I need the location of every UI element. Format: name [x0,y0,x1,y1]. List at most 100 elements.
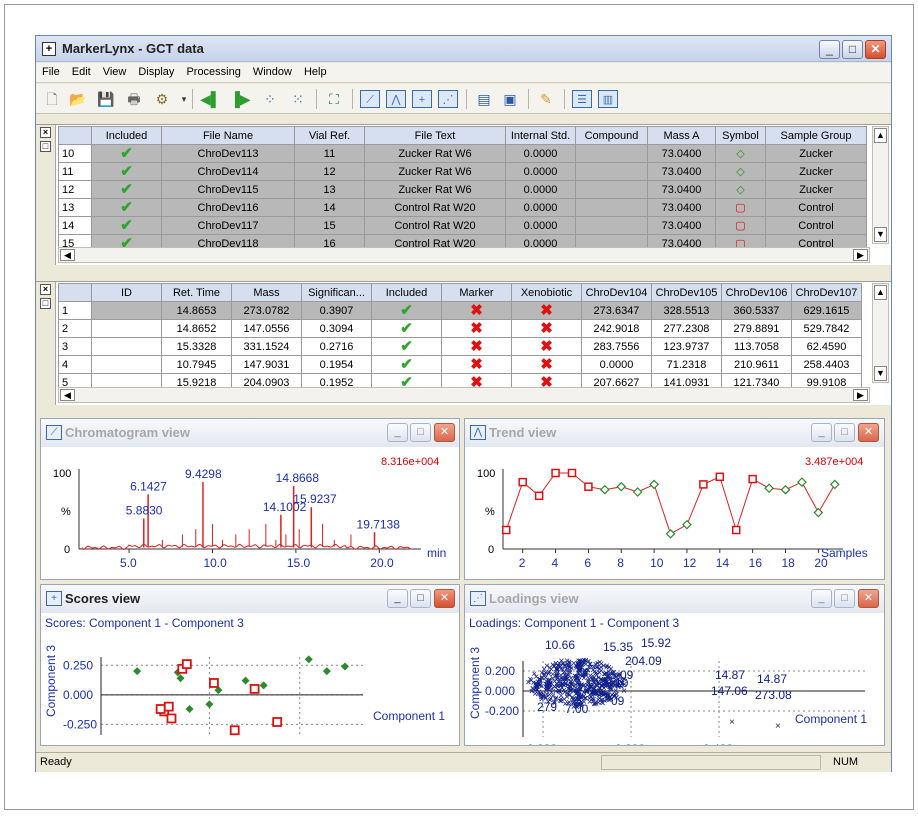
table-cell[interactable]: 11 [295,145,365,163]
table-cell[interactable]: 529.7842 [792,320,862,338]
table-cell[interactable]: 73.0400 [648,217,716,235]
cross-icon[interactable]: ✖ [540,338,553,355]
column-header[interactable]: Mass [232,284,302,302]
collapse-tree-icon[interactable]: ⁙ [288,90,308,108]
horizontal-scrollbar[interactable]: ◀ ▶ [58,387,870,403]
symbol-cell[interactable]: ◇ [716,145,766,163]
included-check-icon[interactable]: ✔ [120,199,133,216]
table-row[interactable]: 214.8652147.05560.3094✔✖✖242.9018277.230… [59,320,862,338]
table-row[interactable]: 114.8653273.07820.3907✔✖✖273.6347328.551… [59,302,862,320]
table-cell[interactable]: 273.0782 [232,302,302,320]
table-cell[interactable]: Control [766,199,867,217]
scroll-down-icon[interactable]: ▼ [874,366,887,381]
scroll-up-icon[interactable]: ▲ [874,128,887,143]
column-header[interactable] [59,284,92,302]
table-cell[interactable]: 73.0400 [648,145,716,163]
report-icon[interactable]: ▤ [474,90,494,108]
split-vertical-icon[interactable]: ▥ [598,90,618,108]
table-cell[interactable]: Zucker [766,145,867,163]
table-cell[interactable]: 14 [295,199,365,217]
column-header[interactable]: ID [92,284,162,302]
table-cell[interactable]: Zucker [766,163,867,181]
pane-restore-icon[interactable]: □ [40,298,51,309]
minimize-button[interactable]: _ [387,589,408,608]
scroll-right-icon[interactable]: ▶ [853,249,868,261]
table-cell[interactable]: 283.7556 [582,338,652,356]
column-header[interactable]: Marker [442,284,512,302]
included-cell[interactable]: ✔ [92,199,162,217]
table-cell[interactable]: 629.1615 [792,302,862,320]
previous-icon[interactable]: ◀▌ [200,90,220,108]
table-cell[interactable]: 0.0000 [506,145,576,163]
table-cell[interactable]: 113.7058 [722,338,792,356]
table-row[interactable]: 410.7945147.90310.1954✔✖✖0.000071.231821… [59,356,862,374]
xenobiotic-cell[interactable]: ✖ [512,338,582,356]
included-cell[interactable]: ✔ [92,181,162,199]
column-header[interactable]: File Text [365,127,506,145]
menu-processing[interactable]: Processing [180,63,246,78]
table-cell[interactable]: 328.5513 [652,302,722,320]
table-cell[interactable]: 360.5337 [722,302,792,320]
xenobiotic-cell[interactable]: ✖ [512,320,582,338]
included-check-icon[interactable]: ✔ [400,302,413,319]
vertical-scrollbar[interactable]: ▲ ▼ [872,126,889,244]
pane-close-icon[interactable]: × [40,284,51,295]
table-cell[interactable] [92,356,162,374]
zoom-fit-icon[interactable]: ⛶ [324,90,344,108]
table-cell[interactable]: Zucker Rat W6 [365,163,506,181]
table-cell[interactable]: ChroDev116 [162,199,295,217]
column-header[interactable]: ChroDev104 [582,284,652,302]
table-cell[interactable]: Control [766,217,867,235]
maximize-button[interactable]: □ [842,40,863,59]
cross-icon[interactable]: ✖ [470,302,483,319]
column-header[interactable]: Sample Group [766,127,867,145]
maximize-button[interactable]: □ [834,589,855,608]
pane-restore-icon[interactable]: □ [40,141,51,152]
table-cell[interactable]: 0.0000 [506,199,576,217]
column-header[interactable]: Symbol [716,127,766,145]
table-cell[interactable]: 147.0556 [232,320,302,338]
table-row[interactable]: 10✔ChroDev11311Zucker Rat W60.000073.040… [59,145,867,163]
pane-close-icon[interactable]: × [40,127,51,138]
table-cell[interactable]: 73.0400 [648,181,716,199]
table-cell[interactable]: 0.0000 [506,181,576,199]
table-cell[interactable]: 1 [59,302,92,320]
table-cell[interactable]: 14 [59,217,92,235]
process-icon[interactable]: ⚙ [152,90,172,108]
table-cell[interactable]: 13 [59,199,92,217]
table-cell[interactable]: 0.3907 [302,302,372,320]
table-cell[interactable]: 0.2716 [302,338,372,356]
menu-edit[interactable]: Edit [66,63,97,78]
table-cell[interactable]: 12 [295,163,365,181]
close-button[interactable]: ✕ [858,423,879,442]
table-row[interactable]: 12✔ChroDev11513Zucker Rat W60.000073.040… [59,181,867,199]
table-cell[interactable]: 14.8653 [162,302,232,320]
cross-icon[interactable]: ✖ [540,320,553,337]
table-cell[interactable]: Control Rat W20 [365,199,506,217]
table-cell[interactable] [576,217,648,235]
xenobiotic-cell[interactable]: ✖ [512,302,582,320]
column-header[interactable]: ChroDev107 [792,284,862,302]
menu-help[interactable]: Help [298,63,333,78]
save-icon[interactable]: 💾 [96,90,116,108]
scroll-down-icon[interactable]: ▼ [874,227,887,242]
scroll-right-icon[interactable]: ▶ [853,389,868,401]
table-cell[interactable]: 258.4403 [792,356,862,374]
close-button[interactable]: ✕ [434,589,455,608]
cross-icon[interactable]: ✖ [540,356,553,373]
table-row[interactable]: 13✔ChroDev11614Control Rat W200.000073.0… [59,199,867,217]
split-horizontal-icon[interactable]: ☰ [572,90,592,108]
chromatogram-view-icon[interactable]: ⟋ [360,90,380,108]
column-header[interactable]: Included [92,127,162,145]
symbol-cell[interactable]: ▢ [716,217,766,235]
menu-display[interactable]: Display [132,63,180,78]
menu-window[interactable]: Window [247,63,298,78]
included-cell[interactable]: ✔ [92,163,162,181]
dropdown-arrow-icon[interactable]: ▾ [174,90,194,108]
table-cell[interactable]: Zucker Rat W6 [365,145,506,163]
loadings-view-icon[interactable]: ⋰ [438,90,458,108]
vertical-scrollbar[interactable]: ▲ ▼ [872,283,889,383]
marker-cell[interactable]: ✖ [442,338,512,356]
column-header[interactable]: Vial Ref. [295,127,365,145]
table-cell[interactable]: 331.1524 [232,338,302,356]
